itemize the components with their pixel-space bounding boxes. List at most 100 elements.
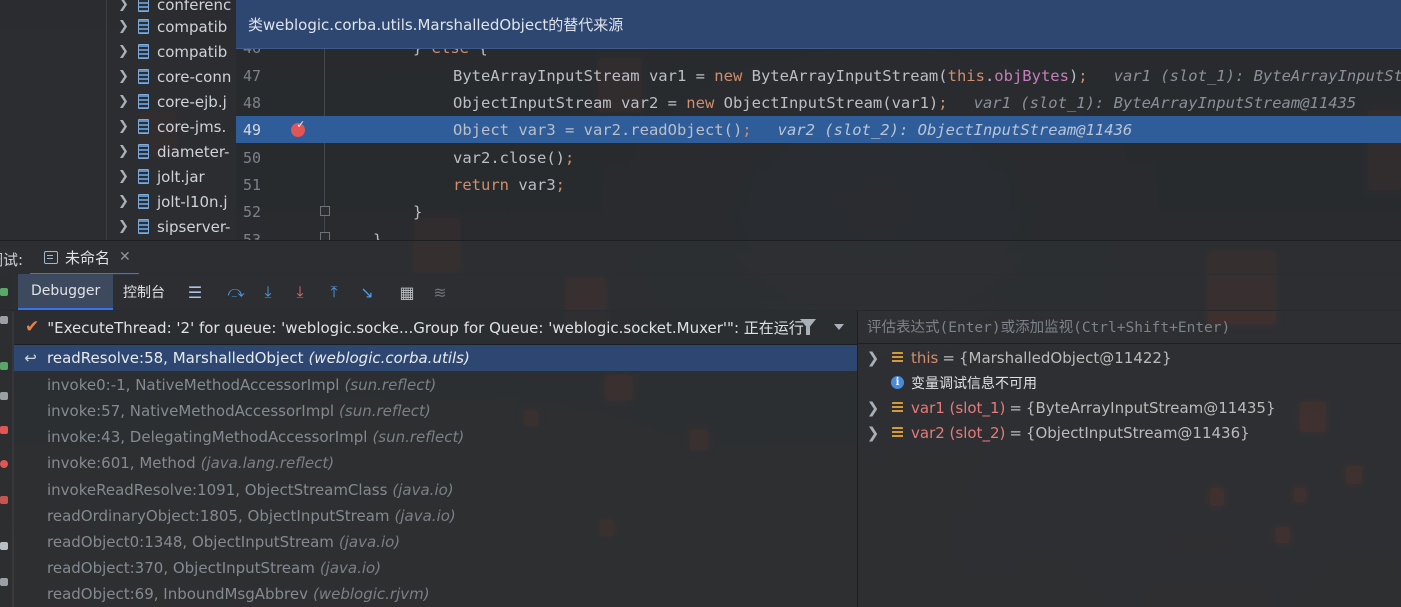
- stack-frame[interactable]: readOrdinaryObject:1805, ObjectInputStre…: [14, 503, 857, 529]
- tree-item-label: core-jms.: [157, 117, 227, 136]
- tab-console[interactable]: 控制台: [113, 274, 175, 310]
- code-line[interactable]: 53 }: [236, 226, 1401, 241]
- stack-frame[interactable]: invoke0:-1, NativeMethodAccessorImpl (su…: [14, 372, 857, 398]
- tab-debugger-label: Debugger: [31, 283, 101, 299]
- stack-frame[interactable]: invokeReadResolve:1091, ObjectStreamClas…: [14, 477, 857, 503]
- alternative-source-text: 类weblogic.corba.utils.MarshalledObject的替…: [248, 15, 624, 34]
- line-number: 49: [243, 120, 262, 139]
- tree-item[interactable]: ❯ sipserver-: [118, 214, 236, 239]
- run-to-cursor-icon[interactable]: ↘: [357, 282, 377, 302]
- evaluate-expression-icon[interactable]: ▦: [397, 282, 417, 302]
- frame-package: (weblogic.corba.utils): [308, 349, 470, 367]
- code-line[interactable]: 47 ByteArrayInputStream var1 = new ByteA…: [236, 62, 1401, 89]
- chevron-right-icon[interactable]: ❯: [118, 119, 132, 134]
- chevron-right-icon[interactable]: ❯: [118, 0, 132, 12]
- jar-icon: [138, 0, 149, 12]
- code-line[interactable]: 51 return var3;: [236, 171, 1401, 198]
- fold-marker-icon[interactable]: [320, 206, 330, 216]
- tree-item[interactable]: ❯ core-conn: [118, 64, 236, 89]
- pause-icon[interactable]: [0, 392, 8, 400]
- tree-item[interactable]: ❯ jolt.jar: [118, 164, 236, 189]
- current-execution-line[interactable]: 49 Object var3 = var2.readObject();var2 …: [236, 116, 1401, 143]
- force-step-into-icon[interactable]: ⤓: [290, 282, 310, 302]
- step-over-icon[interactable]: ⤼: [226, 282, 246, 302]
- chevron-right-icon[interactable]: ❯: [858, 349, 888, 367]
- code-line[interactable]: 52 }: [236, 198, 1401, 225]
- stop-icon[interactable]: [0, 426, 8, 434]
- stack-frame[interactable]: readObject:370, ObjectInputStream (java.…: [14, 555, 857, 581]
- project-tree[interactable]: ❯ conferenc ❯ compatib ❯ compatib ❯ core-con…: [0, 0, 236, 240]
- jar-icon: [138, 94, 149, 109]
- step-out-icon[interactable]: ⤒: [324, 282, 344, 302]
- layout-menu-icon[interactable]: ☰: [185, 282, 205, 302]
- tree-item[interactable]: ❯ diameter-: [118, 139, 236, 164]
- tab-debugger[interactable]: Debugger: [18, 274, 114, 310]
- jar-icon: [138, 69, 149, 84]
- mute-breakpoints-icon[interactable]: [0, 496, 8, 504]
- tree-item[interactable]: ❯ core-jms.: [118, 114, 236, 139]
- jar-icon: [138, 169, 149, 184]
- stack-frame[interactable]: readObject0:1348, ObjectInputStream (jav…: [14, 529, 857, 555]
- stack-frame[interactable]: invoke:601, Method (java.lang.reflect): [14, 450, 857, 476]
- frame-method: invoke:43, DelegatingMethodAccessorImpl: [47, 428, 368, 446]
- frame-package: (java.io): [319, 559, 382, 577]
- chevron-right-icon[interactable]: ❯: [858, 399, 888, 417]
- watch-expression-input[interactable]: 评估表达式(Enter)或添加监视(Ctrl+Shift+Enter): [858, 310, 1401, 344]
- breakpoint-icon[interactable]: [291, 117, 305, 137]
- frame-method: readResolve:58, MarshalledObject: [47, 349, 304, 367]
- variable-value: {MarshalledObject@11422}: [958, 348, 1172, 367]
- resume-icon[interactable]: [0, 288, 8, 296]
- inline-value-hint: var1 (slot_1): ByteArrayInputStream@1143…: [1113, 66, 1401, 85]
- stack-frame[interactable]: invoke:43, DelegatingMethodAccessorImpl …: [14, 424, 857, 450]
- variable-value: {ObjectInputStream@11436}: [1025, 423, 1250, 442]
- chevron-right-icon[interactable]: ❯: [118, 194, 132, 209]
- restore-layout-icon[interactable]: [0, 542, 8, 550]
- step-into-icon[interactable]: ⤓: [258, 282, 278, 302]
- chevron-right-icon[interactable]: ❯: [858, 424, 888, 442]
- chevron-right-icon[interactable]: ❯: [118, 94, 132, 109]
- variable-row-var1[interactable]: ❯ var1 (slot_1) = {ByteArrayInputStream@…: [858, 395, 1276, 420]
- code-line[interactable]: 50 var2.close();: [236, 144, 1401, 171]
- jar-icon: [138, 44, 149, 59]
- stack-frame-selected[interactable]: ↩ readResolve:58, MarshalledObject (webl…: [14, 345, 857, 371]
- variable-row-var2[interactable]: ❯ var2 (slot_2) = {ObjectInputStream@114…: [858, 420, 1250, 445]
- stack-frame[interactable]: invoke:57, NativeMethodAccessorImpl (sun…: [14, 398, 857, 424]
- debug-window-title: 调试:: [0, 251, 24, 269]
- settings-icon[interactable]: [0, 578, 8, 586]
- frame-package: (sun.reflect): [372, 428, 465, 446]
- chevron-right-icon[interactable]: ❯: [118, 219, 132, 234]
- frame-method: invoke:57, NativeMethodAccessorImpl: [47, 402, 335, 420]
- code-text: Object var3 = var2.readObject(); var2 (sl…: [453, 120, 1133, 139]
- chevron-right-icon[interactable]: ❯: [118, 69, 132, 84]
- jar-icon: [138, 19, 149, 34]
- trace-stream-icon[interactable]: ≋: [430, 282, 450, 302]
- view-breakpoints-icon[interactable]: [0, 460, 8, 468]
- fold-marker-icon[interactable]: [320, 232, 330, 240]
- chevron-right-icon[interactable]: ❯: [118, 44, 132, 59]
- tree-item[interactable]: ❯ core-ejb.j: [118, 89, 236, 114]
- code-line[interactable]: 48 ObjectInputStream var2 = new ObjectIn…: [236, 89, 1401, 116]
- resume-program-icon[interactable]: [0, 362, 8, 370]
- jar-icon: [138, 144, 149, 159]
- thread-label: "ExecuteThread: '2' for queue: 'weblogic…: [47, 318, 804, 337]
- thread-selector[interactable]: ✔ "ExecuteThread: '2' for queue: 'weblog…: [14, 310, 857, 345]
- chevron-right-icon[interactable]: ❯: [118, 144, 132, 159]
- tree-item-label: jolt-l10n.j: [157, 192, 228, 211]
- tree-item[interactable]: ❯ compatib: [118, 14, 236, 39]
- session-tab[interactable]: 未命名 ✕: [30, 241, 139, 275]
- debug-info-message: i 变量调试信息不可用: [858, 370, 1037, 395]
- variable-name: var1 (slot_1): [911, 398, 1006, 417]
- frame-package: (java.io): [392, 481, 454, 499]
- info-icon: i: [891, 376, 904, 389]
- chevron-down-icon[interactable]: [834, 324, 844, 330]
- tree-item[interactable]: ❯ compatib: [118, 39, 236, 64]
- close-icon[interactable]: ✕: [119, 249, 131, 265]
- stack-frame[interactable]: readObject:69, InboundMsgAbbrev (weblogi…: [14, 581, 857, 607]
- code-editor[interactable]: 46 } else { 47 ByteArrayInputStream var1…: [236, 0, 1401, 240]
- chevron-right-icon[interactable]: ❯: [118, 19, 132, 34]
- chevron-right-icon[interactable]: ❯: [118, 169, 132, 184]
- tree-item[interactable]: ❯ jolt-l10n.j: [118, 189, 236, 214]
- rerun-icon[interactable]: [0, 316, 8, 324]
- variable-row-this[interactable]: ❯ this = {MarshalledObject@11422}: [858, 345, 1172, 370]
- filter-icon[interactable]: [800, 319, 816, 335]
